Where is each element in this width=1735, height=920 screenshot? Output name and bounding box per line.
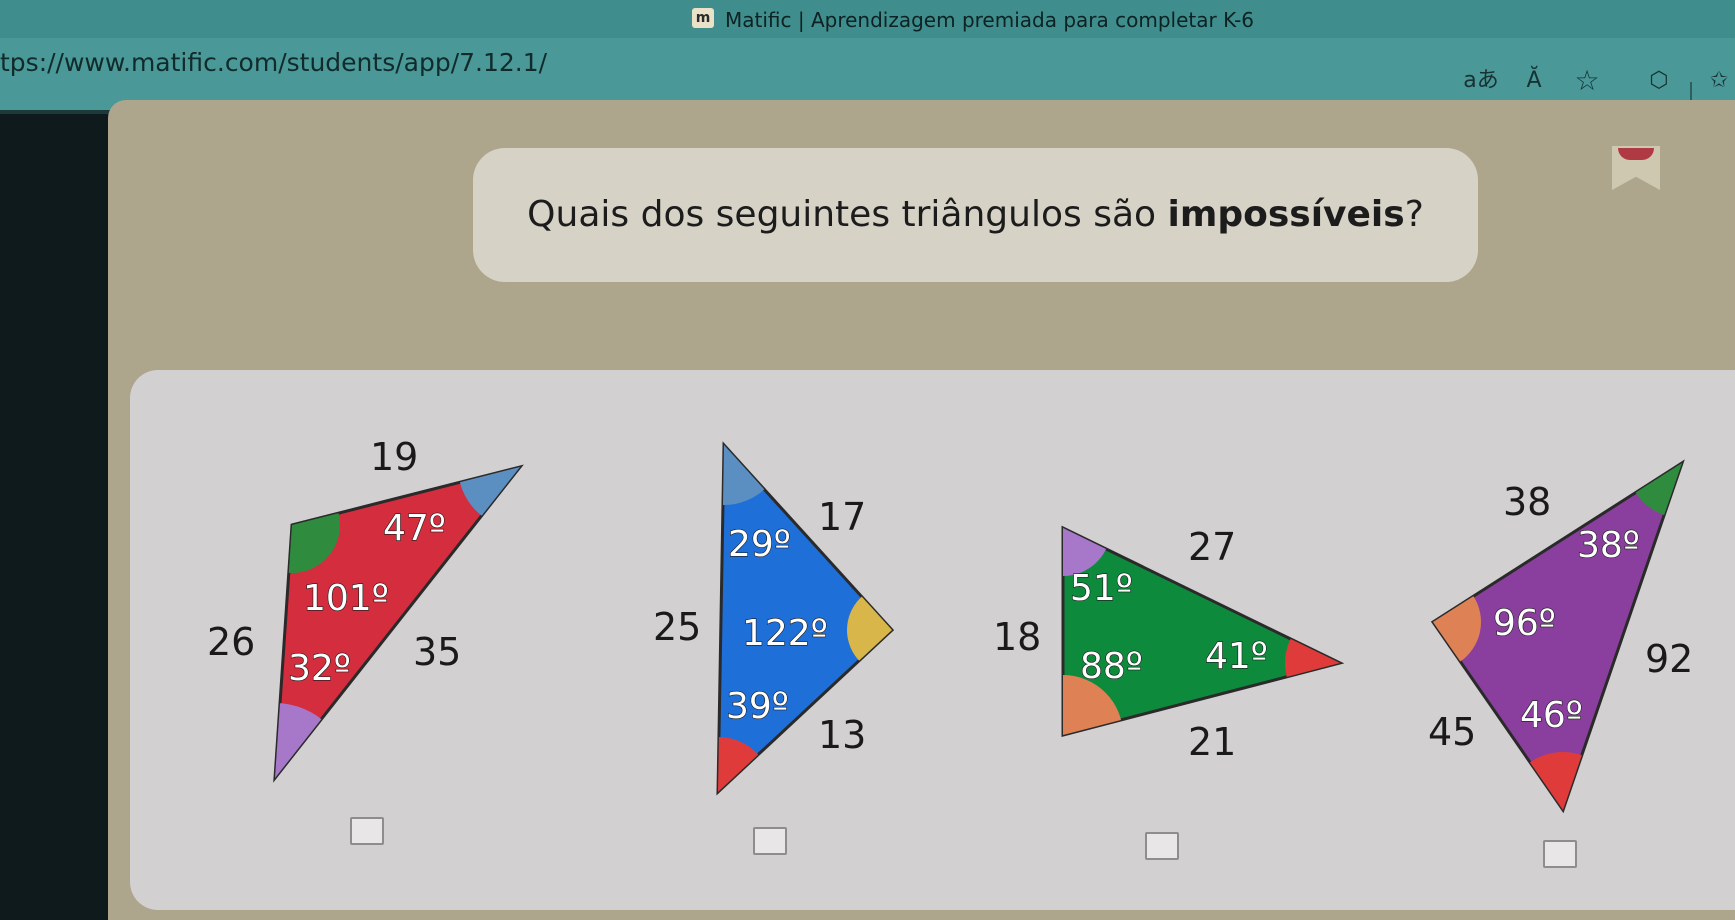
triangle-1-angle-2: 101º <box>303 578 389 619</box>
triangle-1-checkbox[interactable] <box>350 817 384 845</box>
triangle-option-3[interactable]: 27 18 21 51º 88º 41º <box>993 480 1395 795</box>
triangle-2-side-top: 17 <box>818 495 866 539</box>
triangle-4-angle-2: 96º <box>1493 603 1556 644</box>
triangle-3-angle-marker-right <box>1285 608 1340 718</box>
triangle-4-side-top: 38 <box>1503 480 1551 524</box>
triangle-option-2[interactable]: 17 25 13 29º 122º 39º <box>653 385 937 847</box>
triangle-3-checkbox[interactable] <box>1145 832 1179 860</box>
triangle-2-angle-3: 39º <box>726 686 789 727</box>
triangle-3-angle-marker-bottom <box>1063 675 1123 735</box>
triangle-1-side-right: 35 <box>413 630 461 674</box>
triangle-2-angle-1: 29º <box>728 524 791 565</box>
triangle-1-angle-3: 32º <box>288 648 351 689</box>
triangle-2-side-bottom: 13 <box>818 713 866 757</box>
triangle-3-angle-2: 88º <box>1080 646 1143 687</box>
triangle-2-side-left: 25 <box>653 605 701 649</box>
triangle-4-angle-1: 38º <box>1577 525 1640 566</box>
triangle-2-angle-2: 122º <box>742 613 828 654</box>
triangle-4-checkbox[interactable] <box>1543 840 1577 868</box>
triangle-1-angle-marker-right <box>458 467 520 529</box>
triangle-1-angle-marker-bottom <box>275 703 350 778</box>
triangle-1-side-top: 19 <box>370 435 418 479</box>
triangle-option-4[interactable]: 38 92 45 38º 96º 46º <box>1385 408 1735 868</box>
triangle-1-side-left: 26 <box>207 620 255 664</box>
triangle-option-1[interactable]: 19 26 35 47º 101º 32º <box>200 405 582 853</box>
triangle-4-angle-3: 46º <box>1520 695 1583 736</box>
triangle-2-angle-marker-right <box>847 585 892 675</box>
triangle-3-angle-marker-top <box>1063 528 1111 576</box>
triangle-2-angle-marker-top <box>718 445 784 505</box>
triangle-1-angle-marker-top-left <box>275 477 340 573</box>
triangle-4-side-bottom: 45 <box>1428 710 1476 754</box>
triangle-4-side-right: 92 <box>1645 637 1693 681</box>
triangle-3-side-bottom: 21 <box>1188 720 1236 764</box>
triangle-4-angle-marker-left <box>1433 574 1481 670</box>
triangle-3-side-left: 18 <box>993 615 1041 659</box>
triangle-figures: 19 26 35 47º 101º 32º 17 25 13 29º 122º … <box>200 385 1735 868</box>
triangle-1-angle-1: 47º <box>383 508 446 549</box>
triangle-3-side-top: 27 <box>1188 525 1236 569</box>
triangle-3-angle-1: 51º <box>1070 568 1133 609</box>
triangle-3-angle-3: 41º <box>1205 636 1268 677</box>
triangle-2-checkbox[interactable] <box>753 827 787 855</box>
